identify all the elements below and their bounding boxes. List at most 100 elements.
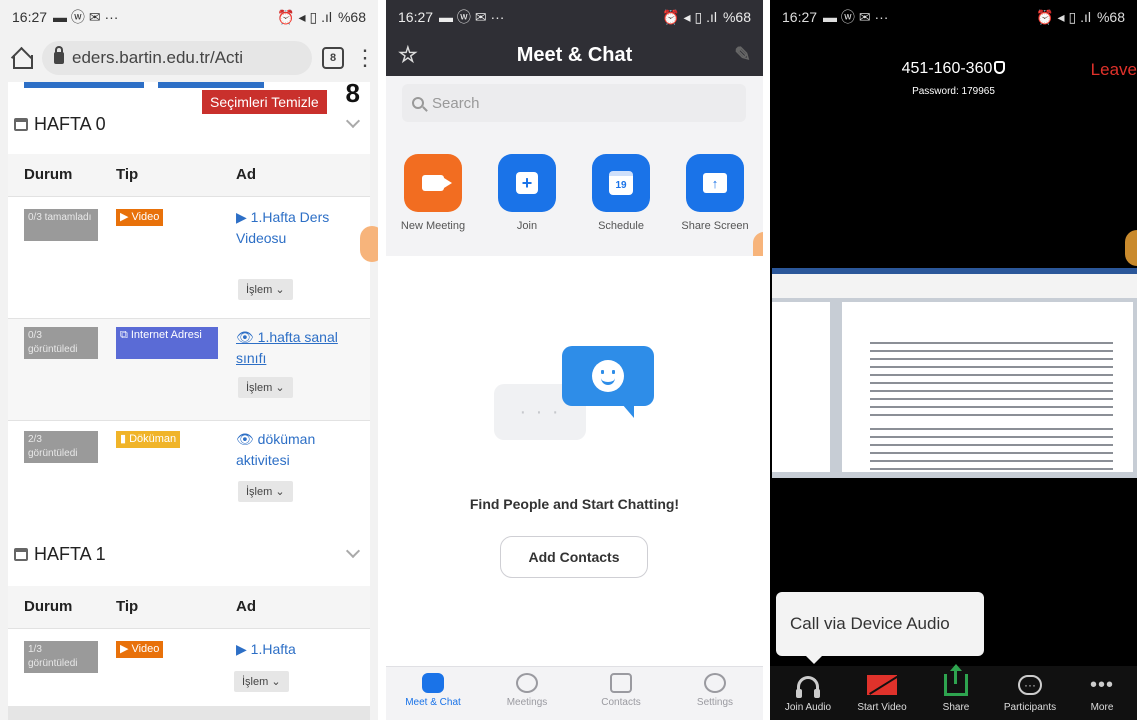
tab-meet-chat[interactable]: Meet & Chat (388, 673, 478, 708)
join-audio-button[interactable]: Join Audio (772, 672, 844, 713)
search-input[interactable]: Search (402, 84, 746, 122)
status-left-icons: ▬ ⓦ ✉ ··· (53, 9, 119, 25)
top-button-2[interactable] (158, 82, 264, 88)
page-footer (8, 706, 370, 720)
battery-level: %68 (1096, 9, 1125, 25)
meeting-id[interactable]: 451-160-360 (770, 60, 1137, 78)
week-title: HAFTA 1 (34, 543, 106, 564)
tab-meetings[interactable]: Meetings (482, 673, 572, 708)
action-button[interactable]: İşlem ⌄ (238, 481, 293, 502)
action-button[interactable]: İşlem ⌄ (238, 377, 293, 398)
chat-empty-state: · · · Find People and Start Chatting! Ad… (386, 256, 763, 666)
meeting-controls: Join Audio Start Video Share ··· Particip… (770, 664, 1137, 720)
leave-button[interactable]: Leave (1091, 60, 1137, 80)
status-right-icons: ⏰ ◂ ▯ .ıl (277, 8, 332, 25)
status-right-icons: ⏰ ◂ ▯ .ıl (1036, 8, 1091, 25)
action-button[interactable]: İşlem ⌄ (234, 671, 289, 692)
status-right-icons: ⏰ ◂ ▯ .ıl (662, 8, 717, 25)
tab-contacts[interactable]: Contacts (576, 673, 666, 708)
word-toolbar (772, 274, 1137, 298)
battery-level: %68 (722, 9, 751, 25)
add-contacts-button[interactable]: Add Contacts (500, 536, 648, 578)
participants-icon: ··· (1018, 675, 1042, 695)
col-status: Durum (24, 166, 73, 183)
participants-icon-wrap: ··· (994, 672, 1066, 698)
participants-button[interactable]: ··· Participants (994, 672, 1066, 713)
external-link-icon: ⧉ (120, 329, 128, 341)
chat-bubble-icon (562, 346, 654, 418)
more-button[interactable]: ••• More (1066, 672, 1137, 713)
table-row: 1/3 görüntüledi ▶ Video ▶ 1.Hafta İşlem ⌄ (8, 628, 370, 706)
browser-panel: 16:27 ▬ ⓦ ✉ ··· ⏰ ◂ ▯ .ıl %68 eders.bartin… (0, 0, 378, 720)
action-button[interactable]: İşlem ⌄ (238, 279, 293, 300)
control-label: More (1090, 702, 1114, 713)
join-button[interactable]: + Join (480, 154, 574, 232)
more-vert-icon[interactable]: ⋮ (354, 47, 376, 69)
share-screen-tile: ↑ (686, 154, 744, 212)
col-type: Tip (116, 166, 139, 183)
play-icon: ▶ (120, 211, 129, 223)
start-video-button[interactable]: Start Video (846, 672, 918, 713)
headphone-icon (796, 676, 820, 698)
table-row: 0/3 tamamladı ▶ Video ▶ 1.Hafta Ders Vide… (8, 196, 370, 318)
new-meeting-button[interactable]: New Meeting (386, 154, 480, 232)
control-label: Start Video (857, 702, 907, 713)
share-icon (944, 664, 968, 696)
panel-divider (378, 0, 386, 720)
week-header-1[interactable]: HAFTA 1 (8, 534, 370, 574)
schedule-button[interactable]: 19 Schedule (574, 154, 668, 232)
join-tile: + (498, 154, 556, 212)
new-meeting-tile (404, 154, 462, 212)
share-button[interactable]: Share (920, 664, 992, 713)
new-meeting-label: New Meeting (400, 220, 466, 232)
top-button-1[interactable] (24, 82, 144, 88)
activity-link[interactable]: 👁 1.hafta sanal sınıfı (236, 327, 346, 369)
chevron-down-icon[interactable] (345, 543, 361, 559)
tab-label: Meet & Chat (405, 697, 461, 708)
more-icon: ••• (1089, 674, 1114, 696)
tabs-count-icon[interactable]: 8 (322, 47, 344, 69)
chevron-down-icon[interactable] (345, 113, 361, 129)
compose-icon[interactable]: ✎ (734, 42, 751, 67)
page-title: Meet & Chat (516, 43, 633, 66)
calendar-icon (14, 547, 28, 561)
tab-label: Settings (696, 697, 734, 708)
control-label: Join Audio (784, 702, 832, 713)
col-status: Durum (24, 598, 73, 615)
shared-screen (772, 268, 1137, 478)
empty-state-title: Find People and Start Chatting! (469, 496, 680, 512)
device-audio-popup[interactable]: Call via Device Audio (776, 592, 984, 664)
gear-icon (704, 673, 726, 693)
calendar-icon (14, 117, 28, 131)
type-badge-video: ▶ Video (116, 641, 164, 658)
activity-link[interactable]: ▶ 1.Hafta Ders Videosu (236, 207, 346, 249)
zoom-home-panel: 16:27 ▬ ⓦ ✉ ··· ⏰ ◂ ▯ .ıl %68 ☆ Meet & Cha… (386, 0, 763, 720)
type-badge-url: ⧉ Internet Adresi (116, 327, 218, 359)
share-icon-wrap (920, 664, 992, 698)
activity-link[interactable]: 👁 döküman aktivitesi (236, 429, 346, 471)
week-header-0[interactable]: HAFTA 0 (8, 104, 370, 144)
share-screen-button[interactable]: ↑ Share Screen (668, 154, 762, 232)
activity-link[interactable]: ▶ 1.Hafta (236, 639, 346, 660)
status-badge: 0/3 tamamladı (24, 209, 98, 241)
schedule-label: Schedule (598, 220, 644, 232)
tab-settings[interactable]: Settings (670, 673, 760, 708)
scroll-handle[interactable] (1125, 230, 1137, 266)
home-icon[interactable] (10, 47, 33, 69)
status-left-icons: ▬ ⓦ ✉ ··· (439, 9, 505, 25)
col-name: Ad (236, 166, 256, 183)
star-icon[interactable]: ☆ (398, 42, 418, 68)
browser-toolbar: eders.bartin.edu.tr/Acti 8 ⋮ (0, 34, 378, 82)
scroll-handle[interactable] (360, 226, 378, 262)
url-text: eders.bartin.edu.tr/Acti (72, 48, 244, 67)
share-screen-label: Share Screen (681, 220, 749, 232)
table-row: 0/3 görüntüledi ⧉ Internet Adresi 👁 1.haf… (8, 318, 370, 420)
col-name: Ad (236, 598, 256, 615)
address-bar[interactable]: eders.bartin.edu.tr/Acti (42, 41, 312, 75)
meeting-password: Password: 179965 (912, 86, 995, 97)
contacts-icon (610, 673, 632, 693)
video-off-icon (867, 675, 897, 695)
start-video-icon-wrap (846, 672, 918, 698)
week-title: HAFTA 0 (34, 113, 106, 134)
bottom-tab-bar: Meet & Chat Meetings Contacts Settings (386, 666, 763, 720)
